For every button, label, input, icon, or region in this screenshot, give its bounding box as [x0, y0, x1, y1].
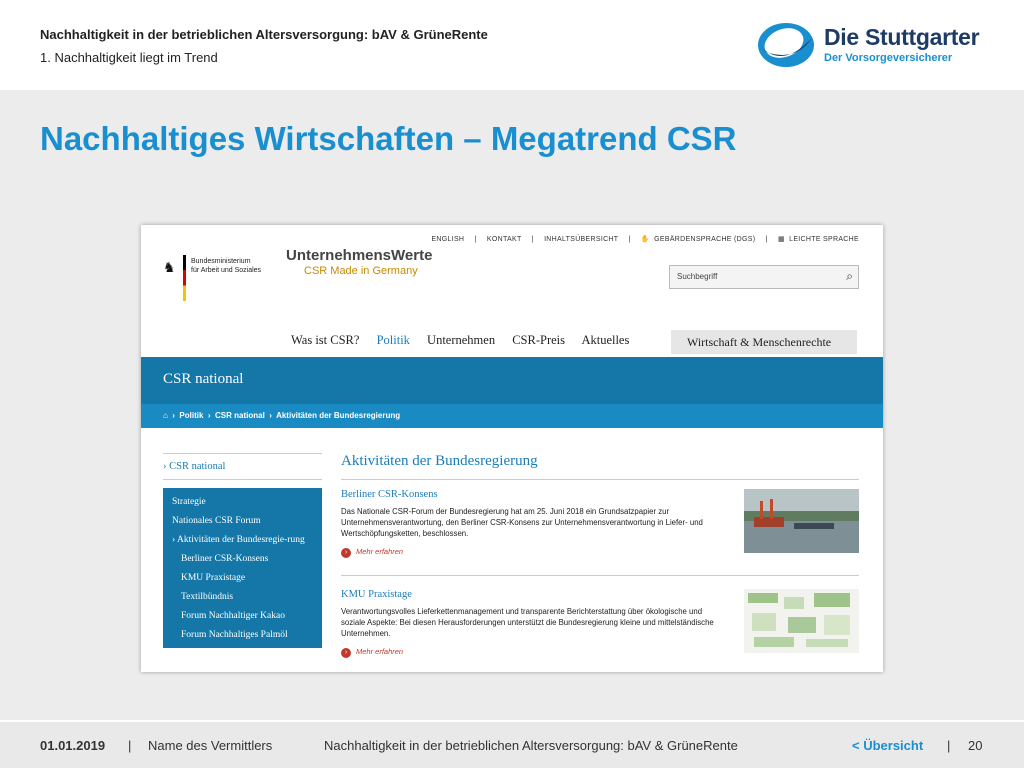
sidebar-item-current[interactable]: › Aktivitäten der Bundesregie-rung: [163, 530, 322, 549]
ministry-logo[interactable]: ♞ Bundesministerium für Arbeit und Sozia…: [163, 255, 263, 303]
footer-separator: |: [947, 738, 951, 753]
site-logo-sub: CSR Made in Germany: [304, 265, 418, 277]
sidebar-item[interactable]: KMU Praxistage: [163, 568, 322, 587]
stuttgarter-logo: Die Stuttgarter Der Vorsorgeversicherer: [756, 18, 996, 72]
search-input[interactable]: Suchbegriff ⌕: [669, 265, 859, 289]
sidebar-head[interactable]: › CSR national: [163, 453, 322, 480]
harbor-image: [744, 489, 859, 553]
eagle-icon: ♞: [163, 259, 176, 275]
sketchnote-image: [744, 589, 859, 653]
divider: [341, 575, 859, 576]
utility-links: ENGLISH | KONTAKT | INHALTSÜBERSICHT | ✋…: [431, 236, 859, 243]
header-band: Nachhaltigkeit in der betrieblichen Alte…: [0, 0, 1024, 90]
sidebar: › CSR national Strategie Nationales CSR …: [163, 453, 322, 648]
utility-link[interactable]: ENGLISH: [431, 236, 464, 243]
footer-agent: Name des Vermittlers: [148, 738, 273, 753]
arrow-right-icon: ›: [341, 648, 351, 658]
sign-language-icon: ✋: [640, 236, 650, 243]
ministry-line: für Arbeit und Soziales: [191, 267, 262, 274]
page-number: 20: [968, 738, 983, 753]
banner-title: CSR national: [163, 371, 244, 387]
breadcrumb-item[interactable]: Aktivitäten der Bundesregierung: [276, 411, 400, 420]
footer-separator: |: [128, 738, 132, 753]
logo-tagline: Der Vorsorgeversicherer: [824, 52, 953, 64]
section-banner: CSR national: [141, 357, 883, 404]
header-subtitle: 1. Nachhaltigkeit liegt im Trend: [40, 50, 218, 65]
logo-mark-icon: [758, 23, 814, 67]
footer: 01.01.2019 | Name des Vermittlers Nachha…: [0, 722, 1024, 768]
breadcrumb: ⌂ › Politik › CSR national › Aktivitäten…: [141, 404, 883, 428]
nav-item[interactable]: Unternehmen: [427, 333, 495, 347]
divider: [341, 479, 859, 480]
header-title: Nachhaltigkeit in der betrieblichen Alte…: [40, 27, 488, 42]
arrow-right-icon: ›: [341, 548, 351, 558]
nav-item-active[interactable]: Politik: [377, 333, 410, 347]
sidebar-item[interactable]: Forum Nachhaltiges Palmöl: [163, 625, 322, 644]
footer-title: Nachhaltigkeit in der betrieblichen Alte…: [324, 738, 738, 753]
nav-tab-wirtschaft[interactable]: Wirtschaft & Menschenrechte: [671, 330, 857, 354]
article-text: Verantwortungsvolles Lieferkettenmanagem…: [341, 607, 714, 638]
utility-link[interactable]: INHALTSÜBERSICHT: [544, 236, 618, 243]
site-logo[interactable]: UnternehmensWerte CSR Made in Germany: [286, 247, 432, 277]
footer-date: 01.01.2019: [40, 738, 106, 753]
overview-link[interactable]: < Übersicht: [852, 738, 923, 753]
utility-link[interactable]: KONTAKT: [487, 236, 522, 243]
utility-link[interactable]: GEBÄRDENSPRACHE (DGS): [654, 236, 755, 243]
nav-item[interactable]: CSR-Preis: [512, 333, 565, 347]
home-icon[interactable]: ⌂: [163, 411, 168, 420]
main-nav: Was ist CSR? Politik Unternehmen CSR-Pre…: [291, 333, 643, 348]
sidebar-menu: Strategie Nationales CSR Forum › Aktivit…: [163, 488, 322, 648]
breadcrumb-item[interactable]: Politik: [179, 411, 203, 420]
ministry-line: Bundesministerium: [191, 258, 251, 265]
site-logo-main: UnternehmensWerte: [286, 247, 433, 264]
sidebar-item[interactable]: Textilbündnis: [163, 587, 322, 606]
nav-item[interactable]: Aktuelles: [581, 333, 629, 347]
main-title: Aktivitäten der Bundesregierung: [341, 453, 538, 469]
utility-link[interactable]: LEICHTE SPRACHE: [789, 236, 859, 243]
article-text: Das Nationale CSR-Forum der Bundesregier…: [341, 507, 703, 538]
logo-name: Die Stuttgarter: [824, 24, 980, 50]
sidebar-item[interactable]: Forum Nachhaltiger Kakao: [163, 606, 322, 625]
website-screenshot: ENGLISH | KONTAKT | INHALTSÜBERSICHT | ✋…: [141, 225, 883, 672]
sidebar-item[interactable]: Strategie: [163, 492, 322, 511]
search-placeholder: Suchbegriff: [677, 272, 718, 281]
search-icon[interactable]: ⌕: [846, 269, 853, 284]
main-content: Aktivitäten der Bundesregierung Berliner…: [341, 453, 859, 658]
german-flag-stripe: [183, 255, 186, 301]
nav-item[interactable]: Was ist CSR?: [291, 333, 359, 347]
breadcrumb-item[interactable]: CSR national: [215, 411, 265, 420]
sidebar-item[interactable]: Nationales CSR Forum: [163, 511, 322, 530]
easy-language-icon: ▦: [777, 236, 785, 243]
slide-title: Nachhaltiges Wirtschaften – Megatrend CS…: [40, 120, 737, 157]
sidebar-item[interactable]: Berliner CSR-Konsens: [163, 549, 322, 568]
